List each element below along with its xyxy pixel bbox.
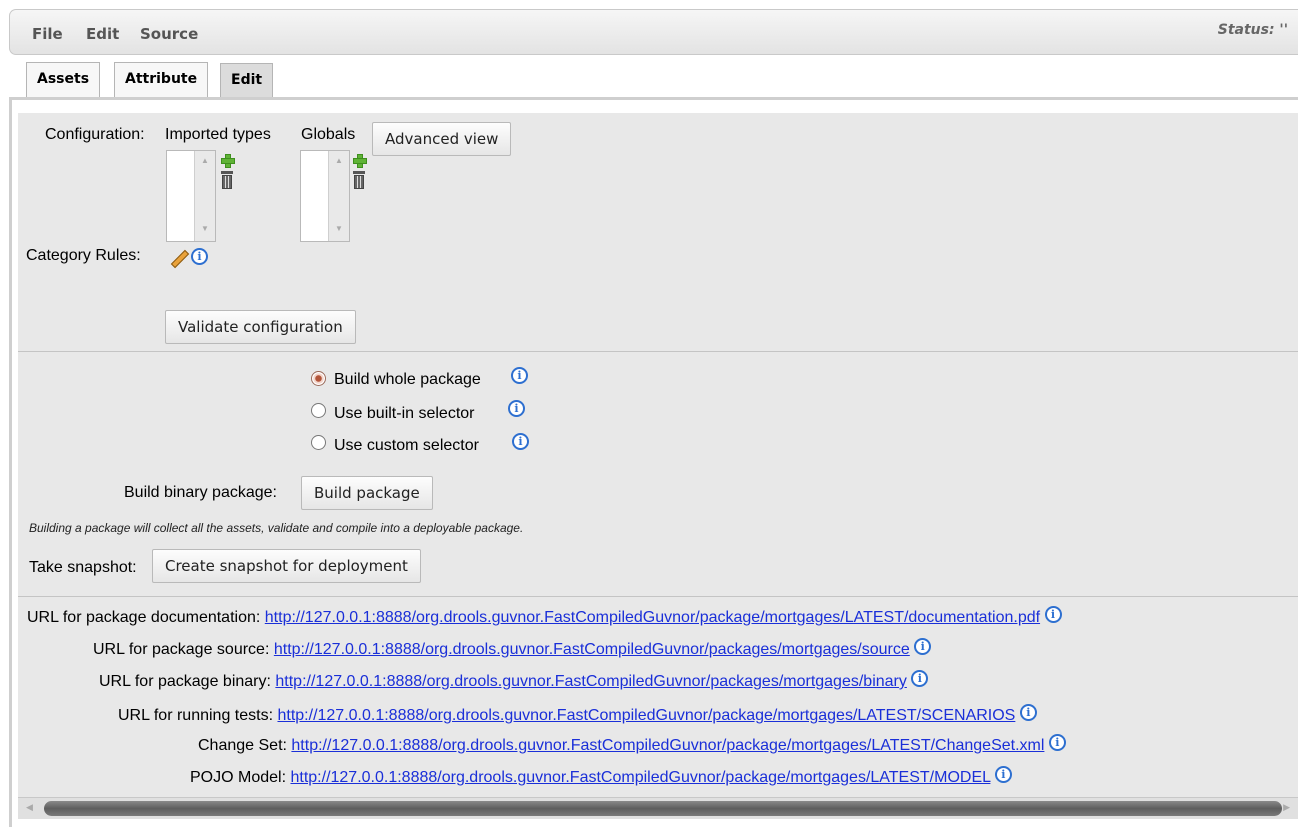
build-section: Build whole package i Use built-in selec… [18, 352, 1298, 597]
url-label: URL for running tests: [118, 707, 274, 724]
delete-global-icon[interactable] [353, 171, 365, 189]
tab-attribute[interactable]: Attribute [114, 62, 209, 98]
info-icon[interactable]: i [191, 248, 208, 265]
menu-edit[interactable]: Edit [86, 25, 119, 43]
scroll-right-icon[interactable]: ▶ [1283, 802, 1290, 813]
build-binary-package-label: Build binary package: [124, 484, 277, 501]
add-import-icon[interactable] [221, 154, 235, 168]
globals-list[interactable]: ▲ ▼ [300, 150, 350, 242]
menu-file[interactable]: File [32, 25, 63, 43]
take-snapshot-label: Take snapshot: [29, 559, 137, 576]
info-icon[interactable]: i [911, 670, 929, 687]
info-icon[interactable]: i [1048, 734, 1066, 751]
menu-bar: File Edit Source Status: '' [9, 9, 1298, 55]
category-rules-label: Category Rules: [26, 247, 141, 264]
url-row-tests: URL for running tests: http://127.0.0.1:… [118, 704, 1037, 727]
build-package-button[interactable]: Build package [301, 476, 433, 510]
info-icon[interactable]: i [1019, 704, 1037, 721]
scroll-up-icon[interactable]: ▲ [199, 155, 211, 167]
imported-types-list[interactable]: ▲ ▼ [166, 150, 216, 242]
tab-assets[interactable]: Assets [26, 62, 101, 98]
url-label: URL for package documentation: [27, 609, 261, 626]
configuration-section: Configuration: Imported types Globals Ad… [18, 113, 1298, 352]
use-built-in-selector-label: Use built-in selector [334, 405, 475, 422]
info-icon[interactable]: i [511, 367, 528, 384]
url-link[interactable]: http://127.0.0.1:8888/org.drools.guvnor.… [290, 769, 990, 786]
radio-build-whole-package[interactable] [311, 371, 326, 386]
url-row-documentation: URL for package documentation: http://12… [27, 606, 1062, 629]
advanced-view-button[interactable]: Advanced view [372, 122, 512, 156]
add-global-icon[interactable] [353, 154, 367, 168]
tab-edit[interactable]: Edit [220, 63, 274, 99]
scroll-up-icon[interactable]: ▲ [333, 155, 345, 167]
globals-scrollbar[interactable]: ▲ ▼ [328, 151, 349, 241]
url-link[interactable]: http://127.0.0.1:8888/org.drools.guvnor.… [274, 641, 910, 658]
url-label: URL for package binary: [99, 673, 271, 690]
url-link[interactable]: http://127.0.0.1:8888/org.drools.guvnor.… [291, 737, 1044, 754]
url-label: URL for package source: [93, 641, 270, 658]
delete-import-icon[interactable] [221, 171, 233, 189]
use-custom-selector-label: Use custom selector [334, 437, 479, 454]
pencil-icon[interactable] [170, 249, 190, 269]
build-note: Building a package will collect all the … [29, 521, 524, 535]
scroll-down-icon[interactable]: ▼ [333, 223, 345, 235]
validate-configuration-button[interactable]: Validate configuration [165, 310, 356, 344]
radio-use-custom-selector[interactable] [311, 435, 326, 450]
configuration-label: Configuration: [45, 126, 145, 143]
url-link[interactable]: http://127.0.0.1:8888/org.drools.guvnor.… [265, 609, 1040, 626]
scrollbar-thumb[interactable] [44, 801, 1282, 816]
info-icon[interactable]: i [512, 433, 529, 450]
url-row-binary: URL for package binary: http://127.0.0.1… [99, 670, 929, 693]
url-row-changeset: Change Set: http://127.0.0.1:8888/org.dr… [198, 734, 1066, 757]
radio-use-built-in-selector[interactable] [311, 403, 326, 418]
url-link[interactable]: http://127.0.0.1:8888/org.drools.guvnor.… [275, 673, 906, 690]
menu-source[interactable]: Source [140, 25, 198, 43]
url-label: POJO Model: [190, 769, 287, 786]
info-icon[interactable]: i [914, 638, 932, 655]
status-text: Status: '' [1217, 22, 1288, 38]
create-snapshot-button[interactable]: Create snapshot for deployment [152, 549, 421, 583]
url-row-source: URL for package source: http://127.0.0.1… [93, 638, 932, 661]
scroll-left-icon[interactable]: ◀ [26, 802, 33, 813]
info-icon[interactable]: i [994, 766, 1012, 783]
imported-types-label: Imported types [165, 126, 271, 143]
scroll-down-icon[interactable]: ▼ [199, 223, 211, 235]
horizontal-scrollbar[interactable]: ◀ ▶ [18, 797, 1298, 819]
url-label: Change Set: [198, 737, 287, 754]
url-row-pojo-model: POJO Model: http://127.0.0.1:8888/org.dr… [190, 766, 1012, 789]
info-icon[interactable]: i [1044, 606, 1062, 623]
globals-label: Globals [301, 126, 356, 143]
build-whole-package-label: Build whole package [334, 371, 481, 388]
imported-types-scrollbar[interactable]: ▲ ▼ [194, 151, 215, 241]
url-link[interactable]: http://127.0.0.1:8888/org.drools.guvnor.… [277, 707, 1015, 724]
info-icon[interactable]: i [508, 400, 525, 417]
